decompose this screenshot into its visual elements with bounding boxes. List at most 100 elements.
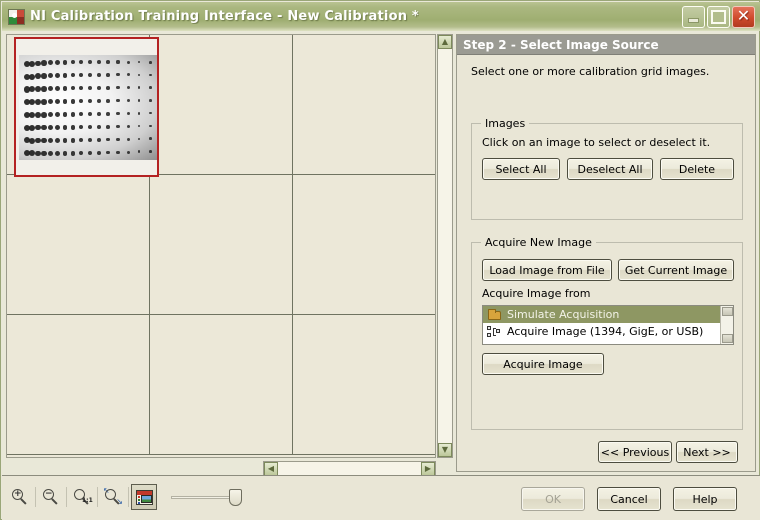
zoom-actual-size-button[interactable]: 1:1 — [69, 484, 95, 510]
canvas-cell — [7, 175, 150, 315]
calibration-dot — [41, 99, 47, 105]
calibration-image-thumbnail[interactable] — [14, 37, 159, 177]
calibration-dot — [35, 111, 41, 118]
images-group: Images Click on an image to select or de… — [471, 117, 743, 220]
calibration-dot — [116, 86, 120, 90]
toolbar-divider — [97, 487, 98, 507]
calibration-dot — [55, 112, 61, 117]
calibration-dot — [48, 60, 54, 66]
calibration-dot — [106, 150, 110, 155]
calibration-dot — [137, 73, 141, 77]
calibration-dot — [137, 60, 141, 64]
calibration-dot — [106, 73, 110, 77]
canvas-cell — [150, 315, 293, 455]
calibration-dot — [96, 86, 101, 90]
calibration-dot — [149, 124, 152, 128]
calibration-dot — [126, 137, 130, 141]
calibration-dot — [149, 150, 152, 153]
scroll-left-icon[interactable]: ◀ — [264, 462, 278, 476]
calibration-dot — [70, 85, 75, 91]
calibration-dot — [96, 99, 101, 103]
title-bar[interactable]: NI Calibration Training Interface - New … — [2, 2, 760, 31]
calibration-dot — [70, 59, 75, 65]
calibration-dot — [149, 73, 152, 77]
scroll-up-icon[interactable]: ▲ — [438, 35, 452, 49]
zoom-in-button[interactable]: + — [7, 484, 33, 510]
next-button[interactable]: Next >> — [676, 441, 738, 463]
calibration-dot — [116, 60, 120, 64]
help-button[interactable]: Help — [673, 487, 737, 511]
calibration-dot — [48, 112, 54, 118]
acquire-new-image-group: Acquire New Image Load Image from File G… — [471, 236, 743, 430]
calibration-dot — [48, 73, 54, 79]
calibration-dot — [35, 124, 41, 131]
calibration-dot — [78, 125, 84, 130]
canvas-vertical-scrollbar[interactable]: ▲ ▼ — [437, 34, 453, 458]
calibration-dot — [96, 112, 101, 116]
close-icon: ✕ — [736, 5, 751, 25]
cancel-button[interactable]: Cancel — [597, 487, 661, 511]
zoom-out-button[interactable]: − — [38, 484, 64, 510]
calibration-dot — [41, 73, 47, 79]
ok-button[interactable]: OK — [521, 487, 585, 511]
calibration-dot — [35, 60, 41, 67]
close-button[interactable]: ✕ — [732, 5, 755, 28]
zoom-out-icon: − — [43, 489, 59, 505]
application-window: NI Calibration Training Interface - New … — [0, 0, 760, 520]
calibration-dot — [87, 99, 92, 103]
calibration-dot — [149, 86, 152, 89]
zoom-to-fit-button[interactable]: ↖ ↘ — [100, 484, 126, 510]
minimize-button[interactable] — [682, 5, 705, 28]
zoom-slider[interactable] — [171, 486, 243, 508]
images-group-hint: Click on an image to select or deselect … — [482, 136, 711, 149]
acquire-source-listbox[interactable]: Simulate Acquisition Acquire Image (1394… — [482, 305, 734, 345]
calibration-dot — [137, 137, 141, 141]
calibration-dot — [78, 72, 84, 78]
calibration-dot — [62, 125, 68, 130]
calibration-dot — [62, 138, 68, 143]
image-palette-button[interactable] — [131, 484, 157, 510]
get-current-image-button[interactable]: Get Current Image — [618, 259, 734, 281]
scroll-down-icon[interactable]: ▼ — [438, 443, 452, 457]
toolbar-divider — [66, 487, 67, 507]
calibration-dot — [116, 137, 120, 142]
calibration-dot — [78, 99, 84, 104]
previous-button[interactable]: << Previous — [598, 441, 672, 463]
list-item[interactable]: Simulate Acquisition — [483, 306, 733, 323]
calibration-dot — [78, 85, 84, 91]
ni-vision-icon — [8, 8, 25, 25]
calibration-dot — [78, 138, 84, 143]
listbox-scrollbar[interactable] — [720, 306, 733, 344]
calibration-dot — [87, 59, 92, 64]
calibration-dot — [116, 99, 120, 103]
calibration-dot — [70, 99, 75, 104]
calibration-dot — [70, 72, 75, 78]
calibration-dot — [106, 137, 110, 142]
deselect-all-button[interactable]: Deselect All — [567, 158, 653, 180]
calibration-dot — [87, 72, 92, 77]
scroll-right-icon[interactable]: ▶ — [421, 462, 435, 476]
images-group-title: Images — [481, 117, 530, 130]
listbox-scroll-down-icon[interactable] — [722, 334, 733, 343]
list-item[interactable]: Acquire Image (1394, GigE, or USB) — [483, 323, 733, 340]
calibration-dot — [41, 60, 47, 66]
calibration-dot — [116, 150, 120, 154]
calibration-dot — [70, 138, 75, 143]
load-image-from-file-button[interactable]: Load Image from File — [482, 259, 612, 281]
select-all-button[interactable]: Select All — [482, 158, 560, 180]
maximize-button[interactable] — [707, 5, 730, 28]
delete-button[interactable]: Delete — [660, 158, 734, 180]
image-palette-icon — [135, 489, 153, 505]
listbox-scroll-up-icon[interactable] — [722, 307, 733, 316]
calibration-dot — [55, 59, 61, 65]
calibration-dot — [41, 124, 47, 131]
calibration-dot — [126, 60, 130, 64]
calibration-dot — [87, 125, 92, 130]
toolbar-divider — [128, 487, 129, 507]
acquire-image-button[interactable]: Acquire Image — [482, 353, 604, 375]
calibration-dot — [55, 138, 61, 144]
zoom-slider-thumb[interactable] — [229, 489, 242, 506]
calibration-dot — [55, 151, 61, 157]
calibration-image-canvas[interactable] — [6, 34, 436, 458]
calibration-dot — [41, 137, 47, 144]
